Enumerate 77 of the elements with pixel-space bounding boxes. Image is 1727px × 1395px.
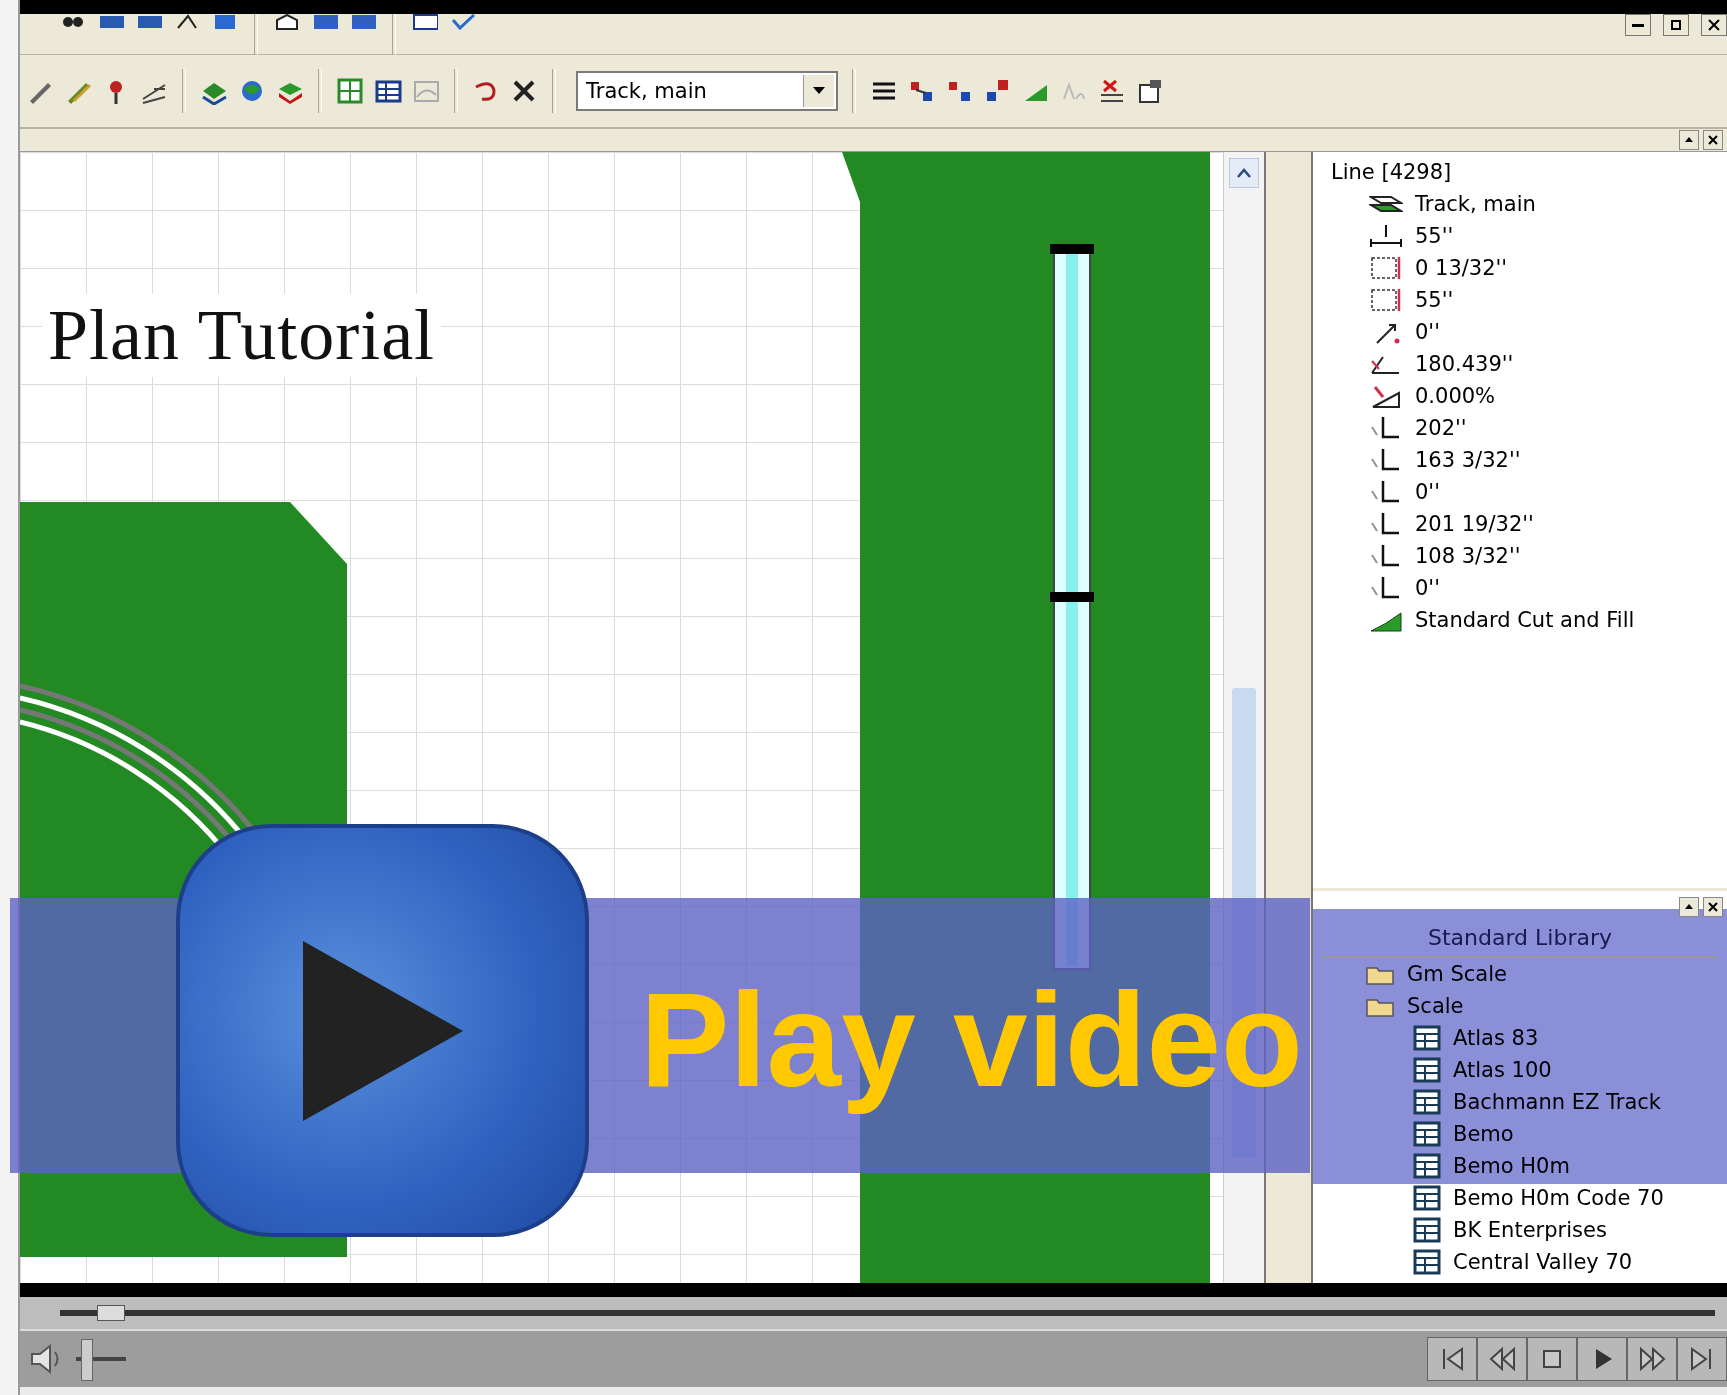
wheels-icon[interactable] bbox=[60, 14, 86, 30]
length-arrow-icon bbox=[1369, 223, 1403, 249]
library-item[interactable]: Bachmann EZ Track bbox=[1453, 1090, 1662, 1114]
caret-icon bbox=[812, 86, 826, 96]
library-item[interactable]: Bemo bbox=[1453, 1122, 1514, 1146]
pin-button[interactable] bbox=[1679, 130, 1699, 150]
minimize-icon bbox=[1632, 23, 1644, 27]
property-value: 201 19/32'' bbox=[1415, 512, 1534, 536]
chart-icon[interactable] bbox=[312, 14, 338, 30]
skip-forward-button[interactable] bbox=[1677, 1337, 1727, 1381]
play-button[interactable] bbox=[176, 824, 589, 1237]
property-value: 180.439'' bbox=[1415, 352, 1514, 376]
property-value: 0'' bbox=[1415, 320, 1440, 344]
chart-icon[interactable] bbox=[350, 14, 376, 30]
property-value: 163 3/32'' bbox=[1415, 448, 1521, 472]
property-value: 108 3/32'' bbox=[1415, 544, 1521, 568]
library-item[interactable]: BK Enterprises bbox=[1453, 1218, 1607, 1242]
fast-forward-button[interactable] bbox=[1627, 1337, 1677, 1381]
train-icon[interactable] bbox=[136, 14, 162, 30]
plan-title: Plan Tutorial bbox=[42, 294, 442, 377]
close-panel-icon bbox=[1707, 901, 1719, 913]
table-icon bbox=[1413, 1025, 1441, 1051]
table-icon bbox=[1413, 1153, 1441, 1179]
train-icon[interactable] bbox=[98, 14, 124, 30]
layer-dropdown[interactable]: Track, main bbox=[576, 71, 838, 111]
table-icon bbox=[1413, 1217, 1441, 1243]
rewind-button[interactable] bbox=[1477, 1337, 1527, 1381]
property-value: 0 13/32'' bbox=[1415, 256, 1508, 280]
rewind-icon bbox=[1488, 1345, 1516, 1373]
restore-icon bbox=[1670, 19, 1682, 31]
arrows-icon[interactable] bbox=[174, 14, 200, 30]
volume-slider[interactable] bbox=[76, 1337, 126, 1381]
scroll-up-button[interactable] bbox=[1229, 158, 1259, 188]
library-item[interactable]: Scale bbox=[1407, 994, 1464, 1018]
close-panel-button[interactable] bbox=[1703, 897, 1723, 917]
property-value: 0.000% bbox=[1415, 384, 1496, 408]
restore-button[interactable] bbox=[1663, 14, 1689, 36]
table-icon bbox=[1413, 1057, 1441, 1083]
library-item[interactable]: Atlas 83 bbox=[1453, 1026, 1539, 1050]
properties-icon[interactable] bbox=[1136, 77, 1164, 105]
box-dimension-icon bbox=[1369, 287, 1403, 313]
library-item[interactable]: Central Valley 70 bbox=[1453, 1250, 1633, 1274]
close-icon bbox=[1708, 19, 1720, 31]
property-value: 0'' bbox=[1415, 480, 1440, 504]
library-item[interactable]: Bemo H0m Code 70 bbox=[1453, 1186, 1664, 1210]
grid-icon[interactable] bbox=[336, 77, 364, 105]
check-icon[interactable] bbox=[450, 14, 476, 30]
table-icon bbox=[1413, 1089, 1441, 1115]
close-button[interactable] bbox=[1701, 14, 1727, 36]
property-value: Track, main bbox=[1415, 192, 1536, 216]
properties-title: Line [4298] bbox=[1331, 160, 1453, 184]
table-icon bbox=[1413, 1185, 1441, 1211]
property-value: 55'' bbox=[1415, 288, 1454, 312]
delete-lines-icon[interactable] bbox=[1098, 77, 1126, 105]
volume-thumb[interactable] bbox=[81, 1339, 93, 1381]
library-item[interactable]: Bemo H0m bbox=[1453, 1154, 1570, 1178]
table-icon bbox=[1413, 1121, 1441, 1147]
play-small-button[interactable] bbox=[1577, 1337, 1627, 1381]
library-title: Standard Library bbox=[1323, 917, 1717, 958]
stop-button[interactable] bbox=[1527, 1337, 1577, 1381]
fast-forward-icon bbox=[1638, 1345, 1666, 1373]
box-dimension-icon bbox=[1369, 255, 1403, 281]
minimize-button[interactable] bbox=[1625, 14, 1651, 36]
pin-button[interactable] bbox=[1679, 897, 1699, 917]
monitor-icon[interactable] bbox=[212, 14, 238, 30]
table-icon bbox=[1413, 1249, 1441, 1275]
property-value: 55'' bbox=[1415, 224, 1454, 248]
property-value: 202'' bbox=[1415, 416, 1467, 440]
skip-back-button[interactable] bbox=[1427, 1337, 1477, 1381]
library-item[interactable]: Atlas 100 bbox=[1453, 1058, 1552, 1082]
close-panel-icon bbox=[1707, 134, 1719, 146]
property-value: Standard Cut and Fill bbox=[1415, 608, 1635, 632]
close-panel-button[interactable] bbox=[1703, 130, 1723, 150]
play-video-label: Play video bbox=[640, 964, 1303, 1117]
library-item[interactable]: Gm Scale bbox=[1407, 962, 1507, 986]
seek-thumb[interactable] bbox=[96, 1305, 125, 1321]
property-value: 0'' bbox=[1415, 576, 1440, 600]
